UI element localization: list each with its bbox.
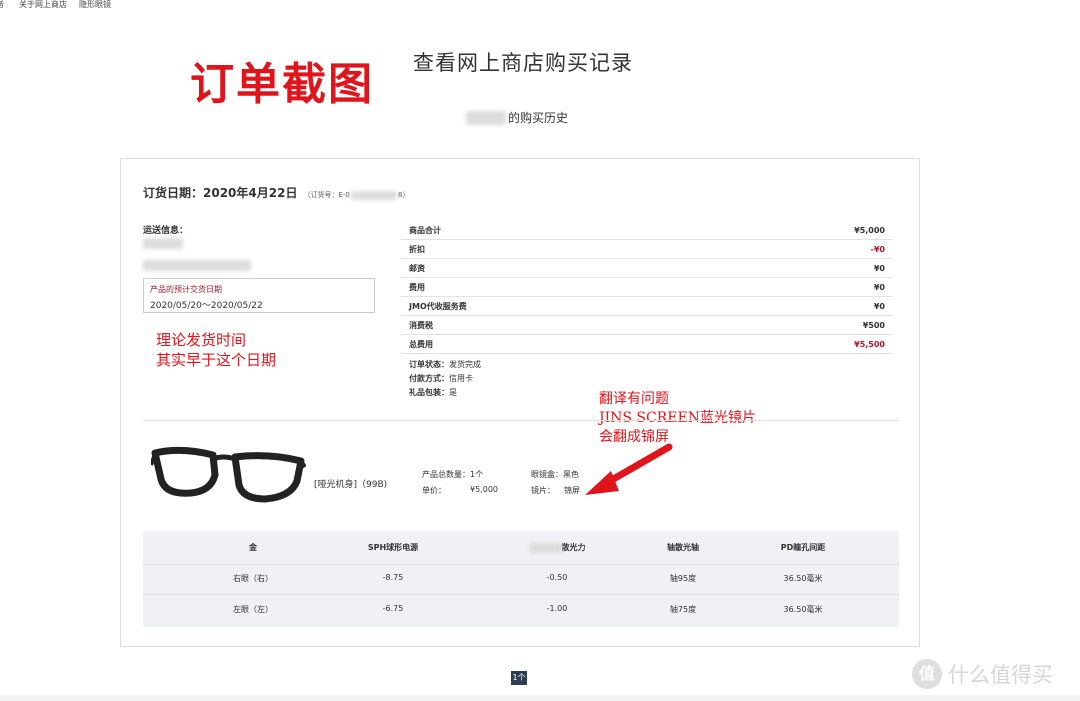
rx-right-axis: 轴95度 xyxy=(669,574,697,583)
rx-right-pd: 36.50毫米 xyxy=(783,574,823,583)
section-divider xyxy=(143,420,899,421)
page-title: 查看网上商店购买记录 xyxy=(413,51,633,75)
case-value: 黑色 xyxy=(563,470,579,479)
rx-left-sph: -6.75 xyxy=(382,604,404,613)
rx-left-eye: 左眼（左） xyxy=(233,605,273,614)
shipping-label: 运送信息： xyxy=(143,226,189,236)
annotation-ship-line1: 理论发货时间 xyxy=(156,331,247,349)
rx-header-axis: 轴散光轴 xyxy=(667,543,699,552)
rx-header-pd: PD瞳孔间距 xyxy=(780,543,826,552)
gift-label: 礼品包装： xyxy=(409,388,449,397)
rx-header-cyl-text: 散光力 xyxy=(561,543,586,552)
rx-header-sph: SPH球形电源 xyxy=(367,543,419,552)
redacted-shipping-name xyxy=(143,238,183,249)
site-watermark: 值 什么值得买 xyxy=(912,659,1053,689)
summary-label: 邮资 xyxy=(409,263,425,273)
rx-left-cyl: -1.00 xyxy=(546,604,568,613)
redacted-shipping-address xyxy=(143,260,251,271)
annotation-trans-line2: JINS SCREEN蓝光镜片 xyxy=(599,410,756,426)
summary-label: 总费用 xyxy=(409,339,433,349)
product-lens-value: 锦屏 xyxy=(564,486,580,495)
delivery-date-value: 2020/05/20～2020/05/22 xyxy=(150,301,263,311)
summary-label: 费用 xyxy=(409,282,425,292)
annotation-ship-note: 理论发货时间 其实早于这个日期 xyxy=(156,330,276,370)
order-card: 订货日期：2020年4月22日 （订货号：E-0 8） 运送信息： 产品的预计交… xyxy=(120,158,920,647)
rx-row-divider xyxy=(143,594,899,595)
history-suffix: 的购买历史 xyxy=(508,111,569,125)
summary-value: -¥0 xyxy=(870,244,885,254)
order-status: 订单状态：发货完成 xyxy=(409,358,481,372)
rx-right-eye: 右眼（右） xyxy=(233,574,273,583)
order-status-value: 发货完成 xyxy=(449,360,481,369)
product-name[interactable]: [哑光机身]（99B) xyxy=(314,477,387,490)
watermark-text: 什么值得买 xyxy=(948,663,1053,687)
summary-label: 消费税 xyxy=(409,320,433,330)
summary-row-postage: 邮资 ¥0 xyxy=(401,259,893,278)
order-status-block: 订单状态：发货完成 付款方式：信用卡 礼品包装：是 xyxy=(409,358,481,400)
summary-row-tax: 消费税 ¥500 xyxy=(401,316,893,335)
summary-label: 商品合计 xyxy=(409,225,441,235)
redacted-username xyxy=(466,110,506,125)
product-lens-label: 镜片： xyxy=(531,486,555,495)
rx-header-eye: 金 xyxy=(249,543,257,552)
payment-value: 信用卡 xyxy=(449,374,473,383)
rx-right-cyl: -0.50 xyxy=(546,573,568,582)
order-number: （订货号：E-0 8） xyxy=(303,190,409,200)
order-status-label: 订单状态： xyxy=(409,360,449,369)
order-date: 订货日期：2020年4月22日 （订货号：E-0 8） xyxy=(143,184,409,201)
nav-item-contacts[interactable]: 隐形眼镜 xyxy=(79,0,111,10)
product-price-label: 单价： xyxy=(422,486,446,495)
delivery-date-box: 产品的预计交货日期 2020/05/20～2020/05/22 xyxy=(143,278,375,313)
summary-row-fee: 费用 ¥0 xyxy=(401,278,893,297)
prescription-table: 金 SPH球形电源 散光力 轴散光轴 PD瞳孔间距 右眼（右） -8.75 -0… xyxy=(143,531,899,627)
rx-left-axis: 轴75度 xyxy=(669,605,697,614)
qty-label: 产品总数量： xyxy=(422,470,470,479)
qty-value: 1个 xyxy=(470,470,484,479)
case-label: 眼镜盒： xyxy=(531,470,563,479)
payment-method: 付款方式：信用卡 xyxy=(409,372,481,386)
redacted-order-number xyxy=(350,190,397,200)
summary-row-jmo-fee: JMO代收服务费 ¥0 xyxy=(401,297,893,316)
rx-row-divider xyxy=(143,564,899,565)
nav-item-about[interactable]: 关于网上商店 xyxy=(19,0,67,10)
summary-row-total: 总费用 ¥5,500 xyxy=(401,335,893,354)
summary-value: ¥5,000 xyxy=(854,225,885,235)
summary-value: ¥0 xyxy=(873,282,885,292)
glasses-product-image xyxy=(151,446,306,503)
rx-header-cyl: 散光力 xyxy=(507,542,607,553)
order-summary: 商品合计 ¥5,000 折扣 -¥0 邮资 ¥0 费用 ¥0 JMO代收服务费 ¥0 消费… xyxy=(401,221,893,354)
order-date-label: 订货日期：2020年4月22日 xyxy=(143,186,298,200)
bottom-bar xyxy=(0,695,1080,701)
summary-value: ¥0 xyxy=(873,301,885,311)
nav-item-partial[interactable]: 者 xyxy=(0,0,4,10)
annotation-trans-line1: 翻译有问题 xyxy=(599,391,669,407)
product-qty: 产品总数量：1个 xyxy=(422,469,483,480)
summary-row-subtotal: 商品合计 ¥5,000 xyxy=(401,221,893,240)
product-price-value: ¥5,000 xyxy=(470,485,498,494)
order-number-prefix: （订货号：E-0 xyxy=(303,191,350,199)
payment-label: 付款方式： xyxy=(409,374,449,383)
pagination-page-1[interactable]: 1个 xyxy=(511,671,527,685)
redacted-header-text xyxy=(528,542,562,553)
annotation-ship-line2: 其实早于这个日期 xyxy=(156,351,277,369)
summary-label: 折扣 xyxy=(409,244,425,254)
summary-value: ¥500 xyxy=(862,320,885,330)
annotation-title: 订单截图 xyxy=(190,59,374,110)
summary-row-discount: 折扣 -¥0 xyxy=(401,240,893,259)
purchase-history-heading: 的购买历史 xyxy=(466,109,568,126)
product-case: 眼镜盒：黑色 xyxy=(531,469,579,480)
summary-label: JMO代收服务费 xyxy=(409,301,467,311)
rx-right-sph: -8.75 xyxy=(382,573,404,582)
order-number-suffix: 8） xyxy=(397,191,410,199)
delivery-date-label: 产品的预计交货日期 xyxy=(150,285,222,294)
gift-value: 是 xyxy=(449,388,457,397)
summary-value: ¥0 xyxy=(873,263,885,273)
annotation-arrow-icon xyxy=(585,443,673,495)
rx-left-pd: 36.50毫米 xyxy=(783,605,823,614)
gift-wrap: 礼品包装：是 xyxy=(409,386,481,400)
summary-value: ¥5,500 xyxy=(854,339,885,349)
watermark-logo-icon: 值 xyxy=(912,659,942,689)
